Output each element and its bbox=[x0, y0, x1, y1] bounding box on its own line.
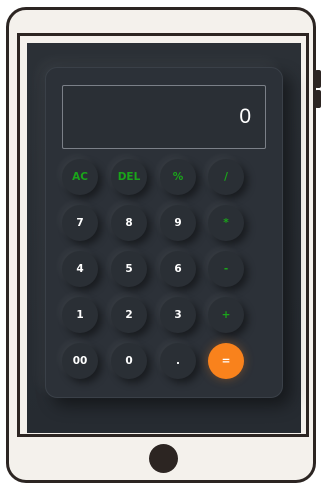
digit-7-button[interactable]: 7 bbox=[62, 205, 98, 241]
multiply-button[interactable]: * bbox=[208, 205, 244, 241]
volume-down-button bbox=[315, 90, 321, 108]
equals-button[interactable]: = bbox=[208, 343, 244, 379]
digit-5-button[interactable]: 5 bbox=[111, 251, 147, 287]
percent-button[interactable]: % bbox=[160, 159, 196, 195]
digit-3-button[interactable]: 3 bbox=[160, 297, 196, 333]
digit-4-button[interactable]: 4 bbox=[62, 251, 98, 287]
decimal-point-button[interactable]: . bbox=[160, 343, 196, 379]
home-button bbox=[149, 444, 178, 473]
digit-8-button[interactable]: 8 bbox=[111, 205, 147, 241]
digit-0-button[interactable]: 0 bbox=[111, 343, 147, 379]
double-zero-button[interactable]: 00 bbox=[62, 343, 98, 379]
divide-button[interactable]: / bbox=[208, 159, 244, 195]
digit-6-button[interactable]: 6 bbox=[160, 251, 196, 287]
minus-button[interactable]: - bbox=[208, 251, 244, 287]
calculator-display: 0 bbox=[62, 85, 266, 149]
volume-up-button bbox=[315, 70, 321, 88]
digit-1-button[interactable]: 1 bbox=[62, 297, 98, 333]
ac-button[interactable]: AC bbox=[62, 159, 98, 195]
plus-button[interactable]: + bbox=[208, 297, 244, 333]
display-value: 0 bbox=[239, 105, 251, 128]
delete-button[interactable]: DEL bbox=[111, 159, 147, 195]
digit-2-button[interactable]: 2 bbox=[111, 297, 147, 333]
digit-9-button[interactable]: 9 bbox=[160, 205, 196, 241]
